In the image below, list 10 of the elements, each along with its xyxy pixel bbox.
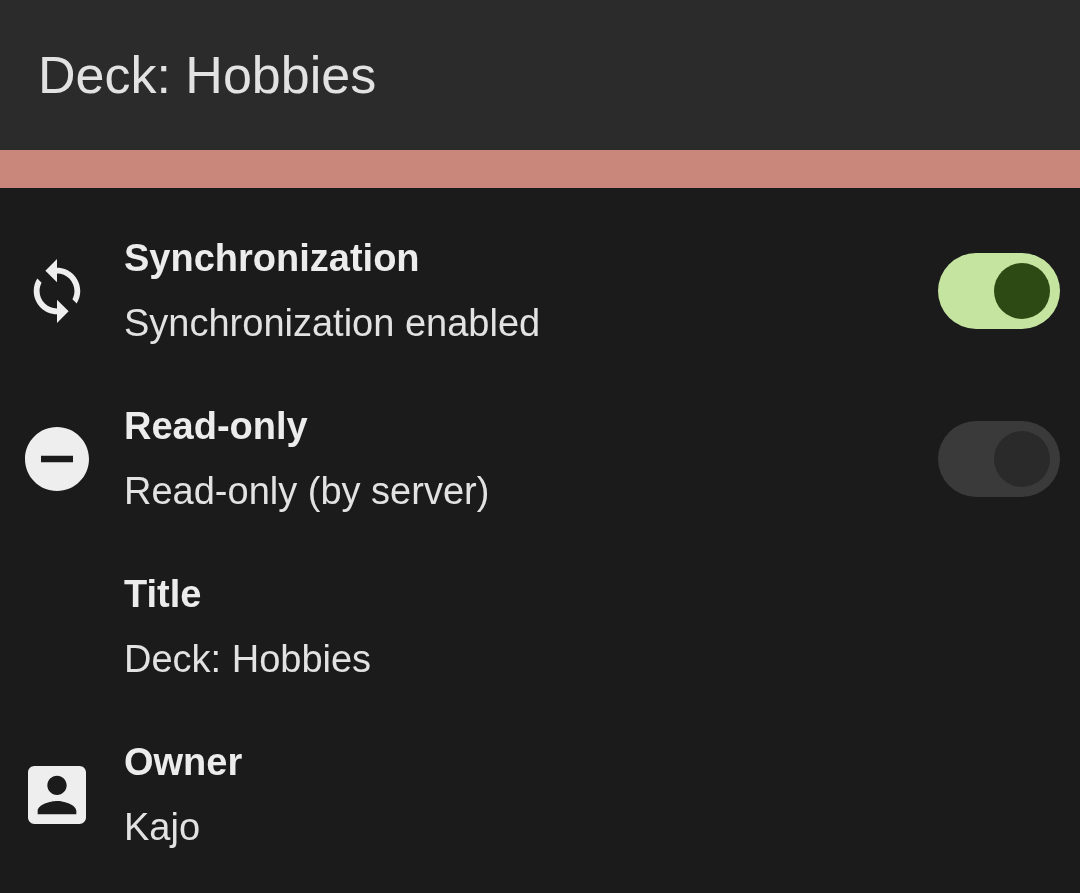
setting-title: Read-only	[124, 404, 308, 449]
setting-value: Deck: Hobbies	[124, 637, 372, 682]
setting-value: Read-only (by server)	[124, 469, 490, 514]
setting-title: Owner	[124, 740, 243, 785]
setting-title: Synchronization	[124, 236, 420, 281]
person-icon	[28, 766, 86, 824]
setting-value: Kajo	[124, 805, 201, 850]
setting-value: Synchronization enabled	[124, 301, 541, 346]
setting-title: Title	[124, 572, 202, 617]
screen-title: Deck: Hobbies	[38, 45, 377, 105]
